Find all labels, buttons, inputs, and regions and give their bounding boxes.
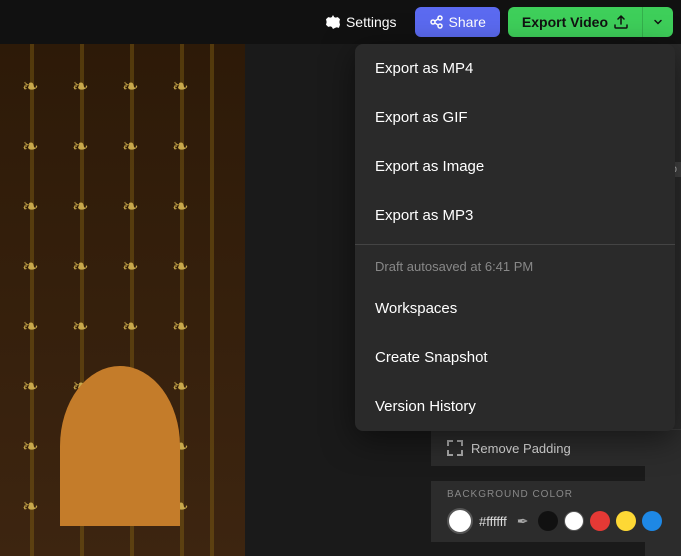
decor-fleur: ❧ — [22, 374, 39, 399]
decor-fleur: ❧ — [22, 254, 39, 279]
decor-fleur: ❧ — [172, 74, 189, 99]
share-button[interactable]: Share — [415, 7, 500, 37]
decor-fleur: ❧ — [122, 194, 139, 219]
color-hex-value: #ffffff — [479, 514, 507, 529]
decor-fleur: ❧ — [22, 194, 39, 219]
decor-fleur: ❧ — [172, 194, 189, 219]
export-video-chevron-button[interactable] — [642, 7, 673, 37]
color-option-white[interactable] — [564, 511, 584, 531]
remove-padding-section: Remove Padding — [431, 429, 681, 466]
menu-item-export-image[interactable]: Export as Image — [355, 142, 675, 191]
bg-color-title: BACKGROUND COLOR — [447, 489, 665, 500]
color-option-blue[interactable] — [642, 511, 662, 531]
color-option-yellow[interactable] — [616, 511, 636, 531]
decor-fleur: ❧ — [22, 494, 39, 519]
create-snapshot-label: Create Snapshot — [375, 349, 488, 366]
export-dropdown-menu: Export as MP4 Export as GIF Export as Im… — [355, 44, 675, 431]
decor-fleur: ❧ — [22, 434, 39, 459]
menu-item-create-snapshot[interactable]: Create Snapshot — [355, 333, 675, 382]
selected-color-swatch[interactable] — [447, 508, 473, 534]
eyedropper-icon[interactable]: ✒ — [517, 513, 529, 530]
export-gif-label: Export as GIF — [375, 109, 468, 126]
export-mp4-label: Export as MP4 — [375, 60, 473, 77]
menu-item-export-mp4[interactable]: Export as MP4 — [355, 44, 675, 93]
decor-fleur: ❧ — [72, 134, 89, 159]
canvas-stripe — [180, 44, 184, 556]
decor-fleur: ❧ — [172, 134, 189, 159]
canvas-shape — [60, 366, 180, 526]
version-history-label: Version History — [375, 398, 476, 415]
canvas-stripe — [30, 44, 34, 556]
decor-fleur: ❧ — [172, 314, 189, 339]
decor-fleur: ❧ — [122, 74, 139, 99]
decor-fleur: ❧ — [172, 254, 189, 279]
gear-icon — [326, 15, 340, 29]
share-label: Share — [449, 14, 486, 30]
menu-item-version-history[interactable]: Version History — [355, 382, 675, 431]
color-row: #ffffff ✒ — [447, 508, 665, 534]
export-video-button[interactable]: Export Video — [508, 7, 642, 37]
menu-autosaved-text: Draft autosaved at 6:41 PM — [355, 249, 675, 284]
decor-fleur: ❧ — [122, 134, 139, 159]
upload-icon — [614, 15, 628, 29]
menu-item-export-mp3[interactable]: Export as MP3 — [355, 191, 675, 240]
decor-fleur: ❧ — [72, 74, 89, 99]
remove-padding-label: Remove Padding — [471, 441, 571, 456]
decor-fleur: ❧ — [122, 314, 139, 339]
decor-fleur: ❧ — [72, 314, 89, 339]
settings-button[interactable]: Settings — [316, 8, 407, 36]
workspaces-label: Workspaces — [375, 300, 457, 317]
decor-fleur: ❧ — [72, 194, 89, 219]
menu-item-export-gif[interactable]: Export as GIF — [355, 93, 675, 142]
color-option-black[interactable] — [538, 511, 558, 531]
export-video-group: Export Video — [508, 7, 673, 37]
export-mp3-label: Export as MP3 — [375, 207, 473, 224]
canvas-background: ❧ ❧ ❧ ❧ ❧ ❧ ❧ ❧ ❧ ❧ ❧ ❧ ❧ ❧ ❧ ❧ ❧ ❧ ❧ ❧ … — [0, 44, 245, 556]
menu-item-workspaces[interactable]: Workspaces — [355, 284, 675, 333]
decor-fleur: ❧ — [72, 254, 89, 279]
export-video-label: Export Video — [522, 14, 608, 30]
canvas-stripe — [210, 44, 214, 556]
color-option-red[interactable] — [590, 511, 610, 531]
decor-fleur: ❧ — [122, 254, 139, 279]
decor-fleur: ❧ — [22, 74, 39, 99]
share-icon — [429, 15, 443, 29]
settings-label: Settings — [346, 14, 397, 30]
topbar: Settings Share Export Video — [0, 0, 681, 44]
menu-divider — [355, 244, 675, 245]
decor-fleur: ❧ — [22, 134, 39, 159]
padding-checkbox-icon — [447, 440, 463, 456]
decor-fleur: ❧ — [22, 314, 39, 339]
decor-fleur: ❧ — [172, 374, 189, 399]
bg-color-section: BACKGROUND COLOR #ffffff ✒ — [431, 481, 681, 542]
chevron-down-icon — [653, 17, 663, 27]
export-image-label: Export as Image — [375, 158, 484, 175]
